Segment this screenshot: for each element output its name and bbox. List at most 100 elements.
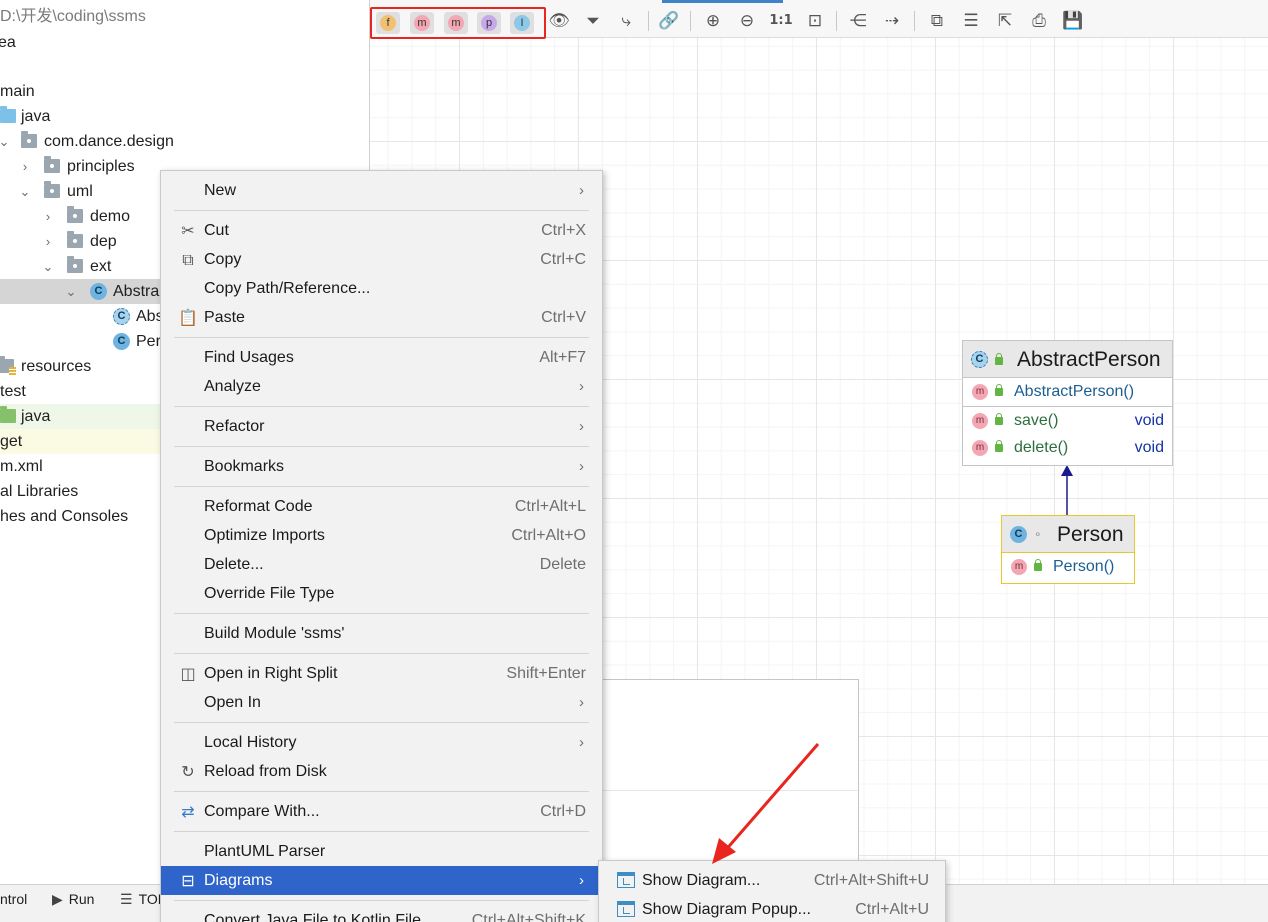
chevron-down-icon[interactable]: ⌄ bbox=[41, 254, 55, 279]
menu-item-label: Open in Right Split bbox=[204, 665, 338, 682]
zoom-out-icon[interactable]: ⊖ bbox=[734, 9, 760, 33]
structure-icon[interactable]: ☰ bbox=[958, 9, 984, 33]
export-icon[interactable]: ⇱ bbox=[992, 9, 1018, 33]
menu-item-label: New bbox=[204, 182, 237, 199]
chevron-right-icon[interactable]: › bbox=[41, 229, 55, 254]
tree-label: ext bbox=[90, 258, 112, 275]
menu-item-find-usages[interactable]: Find Usages Alt+F7 bbox=[161, 343, 602, 372]
menu-item-shortcut: Shift+Enter bbox=[506, 665, 586, 682]
menu-item-override-file-type[interactable]: Override File Type bbox=[161, 579, 602, 608]
chevron-right-icon[interactable]: › bbox=[18, 154, 32, 179]
menu-separator bbox=[174, 653, 589, 654]
menu-item-refactor[interactable]: Refactor › bbox=[161, 412, 602, 441]
tree-row-java[interactable]: java bbox=[0, 104, 370, 129]
run-tab[interactable]: ▶ Run bbox=[52, 891, 94, 908]
copy-icon: ⧉ bbox=[182, 250, 194, 269]
version-control-tab[interactable]: ntrol bbox=[0, 891, 27, 907]
menu-item-compare-with[interactable]: ⇄ Compare With... Ctrl+D bbox=[161, 797, 602, 826]
eye-icon[interactable]: 👁 bbox=[546, 9, 572, 33]
menu-item-shortcut: Ctrl+C bbox=[540, 251, 586, 268]
menu-item-label: Cut bbox=[204, 222, 229, 239]
menu-item-shortcut: Ctrl+V bbox=[541, 309, 586, 326]
menu-item-reload[interactable]: ↻ Reload from Disk bbox=[161, 757, 602, 786]
tree-row-package[interactable]: ⌄ com.dance.design bbox=[0, 129, 370, 154]
edge-icon[interactable]: ⤷ bbox=[613, 9, 639, 33]
save-icon[interactable]: 💾 bbox=[1060, 9, 1086, 33]
resources-folder-icon bbox=[0, 356, 16, 375]
menu-item-plantuml-parser[interactable]: PlantUML Parser bbox=[161, 837, 602, 866]
menu-separator bbox=[174, 900, 589, 901]
method-name: save() bbox=[1014, 412, 1059, 429]
actual-size-button[interactable]: 1:1 bbox=[768, 9, 794, 33]
apply-layout-icon[interactable]: ⇢ bbox=[879, 9, 905, 33]
inheritance-arrow bbox=[1061, 465, 1073, 516]
menu-item-diagrams[interactable]: ⊟ Diagrams › bbox=[161, 866, 602, 895]
uml-member-row[interactable]: m AbstractPerson() bbox=[963, 378, 1172, 406]
print-icon[interactable]: ⎙ bbox=[1026, 9, 1052, 33]
menu-item-label: Compare With... bbox=[204, 803, 320, 820]
menu-item-copy-path[interactable]: Copy Path/Reference... bbox=[161, 274, 602, 303]
uml-node-header: C AbstractPerson bbox=[963, 341, 1172, 378]
tree-row-idea[interactable]: ea bbox=[0, 30, 370, 55]
menu-item-new[interactable]: New › bbox=[161, 176, 602, 205]
menu-item-bookmarks[interactable]: Bookmarks › bbox=[161, 452, 602, 481]
menu-item-copy[interactable]: ⧉ Copy Ctrl+C bbox=[161, 245, 602, 274]
menu-item-analyze[interactable]: Analyze › bbox=[161, 372, 602, 401]
chevron-right-icon: › bbox=[579, 734, 584, 751]
package-icon bbox=[44, 181, 60, 198]
submenu-item-show-diagram[interactable]: Show Diagram... Ctrl+Alt+Shift+U bbox=[599, 866, 945, 895]
class-icon: C bbox=[113, 333, 130, 350]
filter-icon[interactable]: ⏷ bbox=[580, 9, 606, 33]
method-icon: m bbox=[972, 384, 988, 400]
menu-item-delete[interactable]: Delete... Delete bbox=[161, 550, 602, 579]
test-folder-icon bbox=[0, 406, 16, 423]
menu-item-cut[interactable]: ✂ Cut Ctrl+X bbox=[161, 216, 602, 245]
toolbar-separator bbox=[690, 11, 691, 31]
tree-label: m.xml bbox=[0, 458, 43, 475]
menu-item-label: Analyze bbox=[204, 378, 261, 395]
menu-item-label: Build Module 'ssms' bbox=[204, 625, 345, 642]
zoom-in-icon[interactable]: ⊕ bbox=[700, 9, 726, 33]
copy-diagram-icon[interactable]: ⧉ bbox=[924, 9, 950, 33]
menu-item-shortcut: Ctrl+D bbox=[540, 803, 586, 820]
menu-item-convert-to-kotlin[interactable]: Convert Java File to Kotlin File Ctrl+Al… bbox=[161, 906, 602, 922]
menu-item-paste[interactable]: 📋 Paste Ctrl+V bbox=[161, 303, 602, 332]
abstract-person-node[interactable]: C AbstractPerson m AbstractPerson() m sa… bbox=[962, 340, 1173, 466]
active-tab-indicator bbox=[662, 0, 783, 3]
list-icon: ☰ bbox=[120, 891, 133, 907]
fit-content-icon[interactable]: ⊡ bbox=[802, 9, 828, 33]
method-icon: m bbox=[972, 413, 988, 429]
menu-item-open-in[interactable]: Open In › bbox=[161, 688, 602, 717]
menu-item-optimize-imports[interactable]: Optimize Imports Ctrl+Alt+O bbox=[161, 521, 602, 550]
uml-member-row[interactable]: m save() void bbox=[963, 406, 1172, 434]
person-node[interactable]: C ∘ Person m Person() bbox=[1001, 515, 1135, 584]
reload-icon: ↻ bbox=[181, 762, 195, 781]
menu-item-open-right-split[interactable]: ◫ Open in Right Split Shift+Enter bbox=[161, 659, 602, 688]
submenu-item-show-diagram-popup[interactable]: Show Diagram Popup... Ctrl+Alt+U bbox=[599, 895, 945, 922]
menu-item-label: Bookmarks bbox=[204, 458, 285, 475]
chevron-down-icon[interactable]: ⌄ bbox=[0, 129, 11, 154]
menu-item-label: Open In bbox=[204, 694, 261, 711]
menu-item-label: PlantUML Parser bbox=[204, 843, 326, 860]
tree-label: uml bbox=[67, 183, 93, 200]
chevron-right-icon: › bbox=[579, 458, 584, 475]
menu-item-shortcut: Ctrl+Alt+Shift+K bbox=[471, 912, 586, 922]
class-icon: C bbox=[1010, 526, 1027, 543]
layout-icon[interactable]: ⋲ bbox=[845, 9, 871, 33]
tree-row-main[interactable]: main bbox=[0, 79, 370, 104]
menu-item-label: Paste bbox=[204, 309, 245, 326]
uml-member-row[interactable]: m delete() void bbox=[963, 434, 1172, 462]
lock-icon bbox=[995, 353, 1003, 365]
chevron-down-icon[interactable]: ⌄ bbox=[18, 179, 32, 204]
menu-item-local-history[interactable]: Local History › bbox=[161, 728, 602, 757]
method-return-type: void bbox=[1134, 439, 1164, 456]
tree-label: test bbox=[0, 383, 26, 400]
link-icon[interactable]: 🔗 bbox=[656, 9, 682, 33]
chevron-right-icon[interactable]: › bbox=[41, 204, 55, 229]
chevron-down-icon[interactable]: ⌄ bbox=[64, 279, 78, 304]
menu-item-build-module[interactable]: Build Module 'ssms' bbox=[161, 619, 602, 648]
menu-separator bbox=[174, 791, 589, 792]
uml-member-row[interactable]: m Person() bbox=[1002, 553, 1134, 581]
menu-item-shortcut: Alt+F7 bbox=[539, 349, 586, 366]
menu-item-reformat[interactable]: Reformat Code Ctrl+Alt+L bbox=[161, 492, 602, 521]
